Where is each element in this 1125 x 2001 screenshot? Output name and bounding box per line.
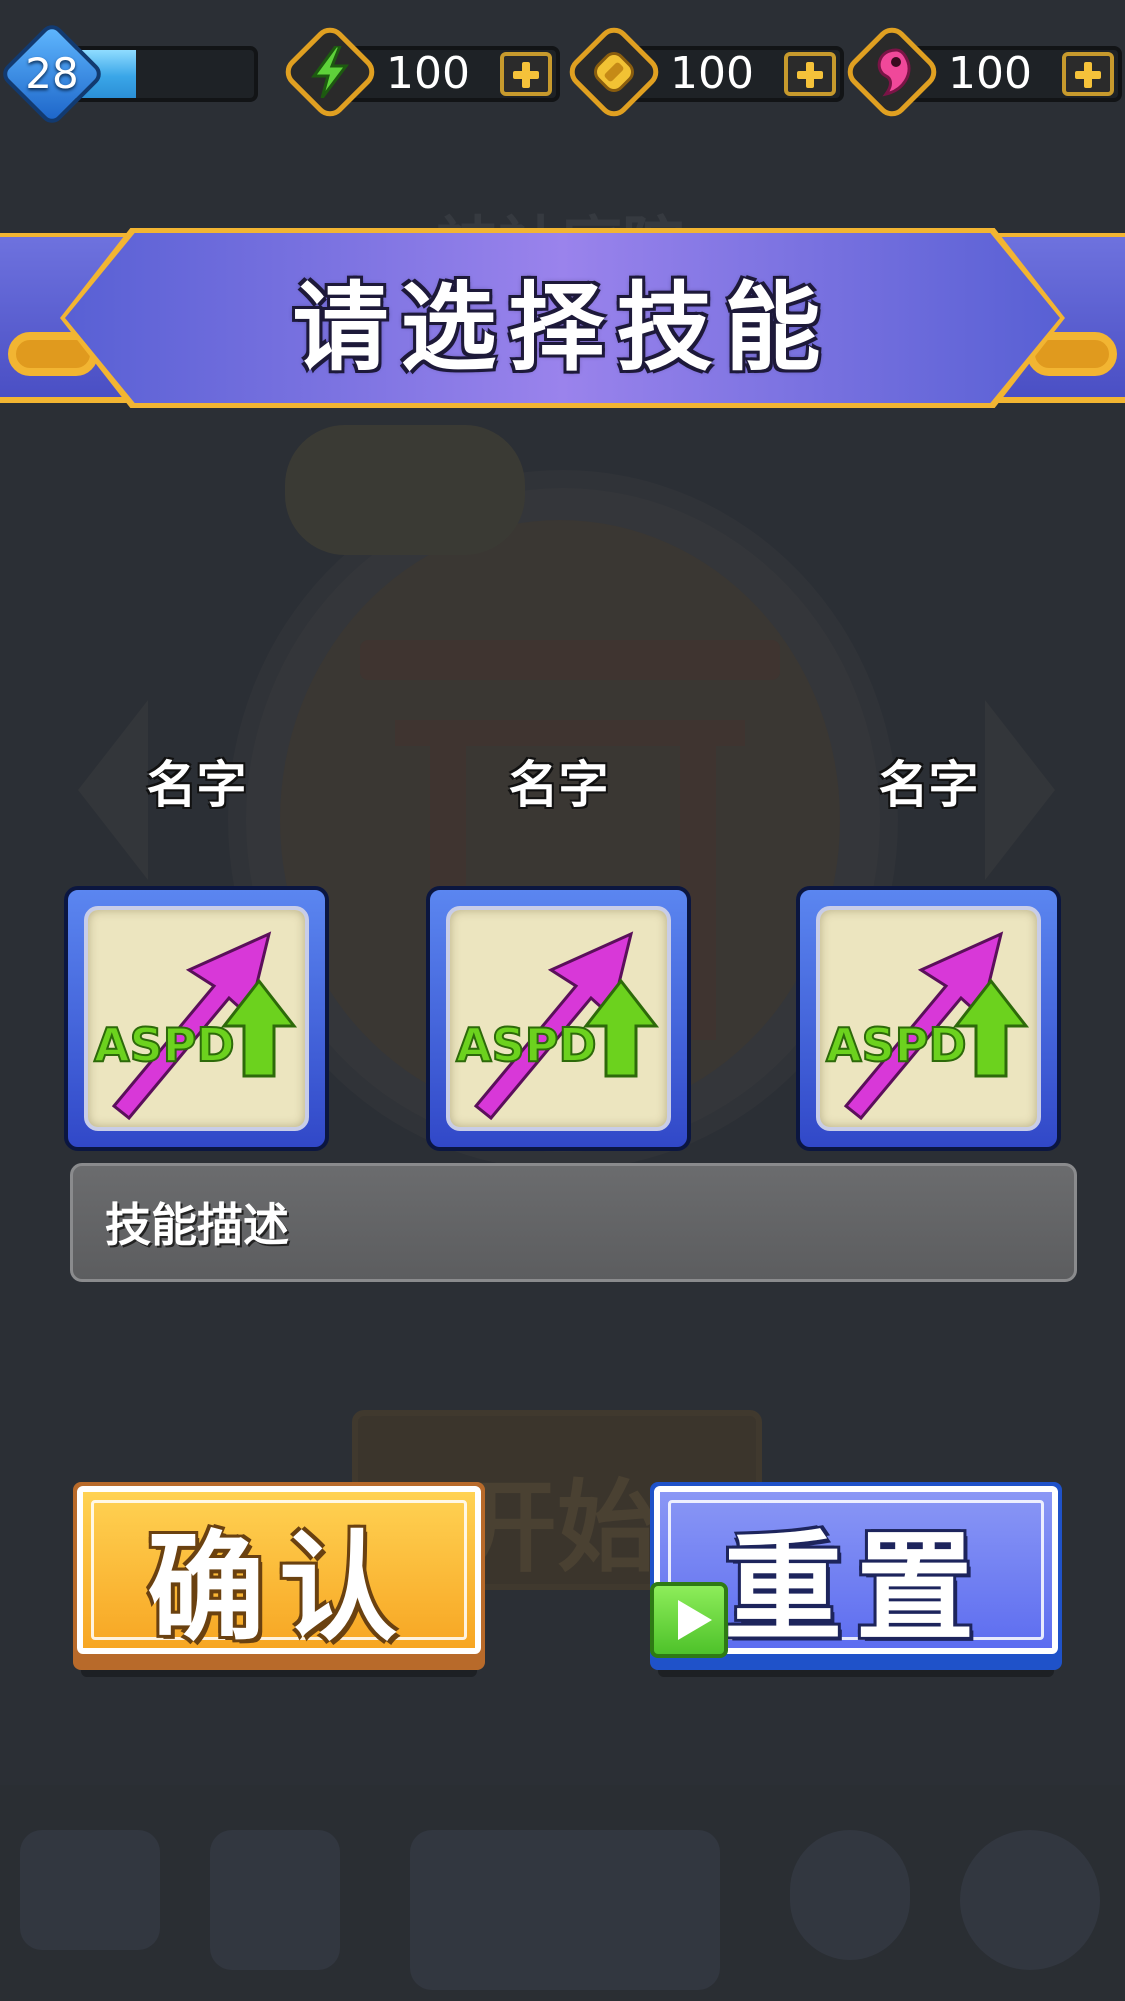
skill-description-box: 技能描述: [70, 1163, 1077, 1282]
magatama-icon: [860, 40, 924, 104]
aspd-up-icon: ASPD: [93, 931, 298, 1121]
skill-option-1[interactable]: 名字 ASPD: [64, 750, 329, 1151]
skill-name: 名字: [878, 756, 979, 814]
reset-button[interactable]: 重置: [650, 1482, 1062, 1677]
background-chest-icon: [20, 1830, 160, 1950]
background-torii-top: [360, 640, 780, 680]
background-helmet-icon: [210, 1830, 340, 1970]
magatama-value: 100: [948, 48, 1032, 99]
top-hud: 28 100 100 100: [0, 0, 1125, 140]
skill-name: 名字: [146, 756, 247, 814]
aspd-label: ASPD: [456, 1018, 597, 1072]
background-scroll-map-icon: [410, 1830, 720, 1990]
confirm-button[interactable]: 确认: [73, 1482, 485, 1677]
gold-value: 100: [670, 48, 754, 99]
background-torii-beam: [395, 720, 745, 746]
aspd-label: ASPD: [94, 1018, 235, 1072]
aspd-up-icon: ASPD: [455, 931, 660, 1121]
gold-ingot-icon: [582, 40, 646, 104]
energy-value: 100: [386, 48, 470, 99]
add-energy-button[interactable]: [500, 52, 552, 96]
gold-counter: 100: [563, 21, 844, 123]
aspd-label: ASPD: [826, 1018, 967, 1072]
background-cloud: [285, 425, 525, 555]
lightning-icon: [298, 40, 362, 104]
add-magatama-button[interactable]: [1062, 52, 1114, 96]
background-bottom-bar: [0, 1785, 1125, 2001]
skill-option-2[interactable]: 名字 ASPD: [426, 750, 691, 1151]
background-gear-icon: [960, 1830, 1100, 1970]
magatama-counter: 100: [841, 21, 1122, 123]
player-level: 28: [25, 49, 79, 98]
skill-card[interactable]: ASPD: [426, 886, 691, 1151]
skill-option-3[interactable]: 名字 ASPD: [796, 750, 1061, 1151]
skill-name: 名字: [508, 756, 609, 814]
add-gold-button[interactable]: [784, 52, 836, 96]
page-title: 请选择技能: [292, 271, 833, 384]
background-orb-icon: [790, 1830, 910, 1960]
confirm-button-label: 确认: [146, 1518, 411, 1657]
video-ad-play-icon: [650, 1582, 728, 1658]
skill-card[interactable]: ASPD: [796, 886, 1061, 1151]
aspd-up-icon: ASPD: [825, 931, 1030, 1121]
energy-counter: 100: [279, 21, 560, 123]
skill-description-text: 技能描述: [105, 1198, 289, 1252]
skill-card[interactable]: ASPD: [64, 886, 329, 1151]
